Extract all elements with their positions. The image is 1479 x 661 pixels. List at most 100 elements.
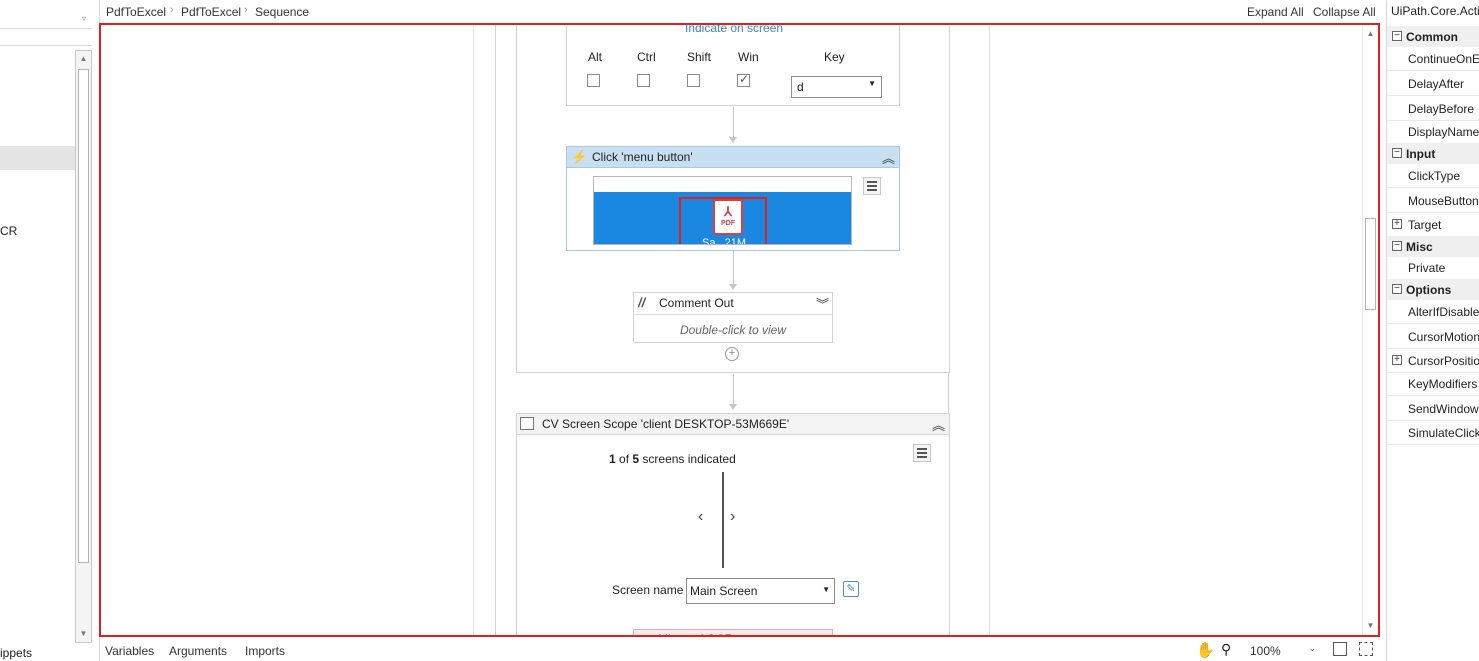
activities-search-input[interactable]: [0, 28, 92, 46]
click-activity[interactable]: ⚡ Click 'menu button' ︽ ⅄ PDF Sa 21M: [566, 146, 900, 251]
click-activity-header[interactable]: ⚡ Click 'menu button' ︽: [567, 147, 899, 168]
expand-icon[interactable]: ︾: [816, 294, 829, 313]
collapse-icon[interactable]: ︽: [882, 148, 895, 167]
comment-out-header[interactable]: // Comment Out ︾: [634, 293, 832, 315]
imports-tab[interactable]: Imports: [245, 644, 285, 658]
property-category-input[interactable]: − Input: [1387, 143, 1479, 164]
variables-tab[interactable]: Variables: [105, 644, 154, 658]
screen-preview-divider: [722, 472, 724, 568]
activities-tree-selected-item[interactable]: [0, 146, 75, 170]
screens-indicated-label: 1 of 5 screens indicated: [609, 452, 736, 466]
property-category-options[interactable]: − Options: [1387, 279, 1479, 300]
activities-panel: ▿ CR ▲ ▼ ippets: [0, 0, 100, 661]
canvas-scrollbar[interactable]: ▲ ▼: [1362, 25, 1378, 635]
alt-checkbox[interactable]: [587, 74, 600, 87]
property-category-misc[interactable]: − Misc: [1387, 236, 1479, 257]
scroll-thumb[interactable]: [1365, 218, 1376, 310]
collapse-icon[interactable]: ︽: [932, 415, 945, 434]
fit-to-screen-icon[interactable]: [1333, 642, 1347, 656]
screen-name-dropdown[interactable]: Main Screen ▼: [686, 578, 835, 604]
activities-scrollbar[interactable]: ▲ ▼: [75, 50, 92, 643]
add-activity-icon[interactable]: +: [725, 347, 739, 361]
scroll-thumb[interactable]: [78, 69, 89, 563]
microsoft-ocr-activity[interactable]: MicrosoftOCR: [633, 629, 833, 635]
zoom-search-icon[interactable]: ⚲: [1221, 641, 1231, 658]
property-row[interactable]: KeyModifiers: [1387, 373, 1479, 396]
screen-name-value: Main Screen: [690, 584, 758, 598]
canvas-guide-line: [473, 25, 474, 635]
property-row[interactable]: + Target: [1387, 214, 1479, 237]
win-checkbox[interactable]: [737, 72, 750, 87]
property-row[interactable]: + CursorPosition: [1387, 350, 1479, 373]
zoom-value: 100%: [1250, 644, 1281, 658]
comment-out-body[interactable]: Double-click to view: [634, 323, 832, 337]
breadcrumb: PdfToExcel › PdfToExcel › Sequence: [100, 0, 1384, 23]
comment-icon: //: [638, 295, 646, 310]
property-row[interactable]: AlterIfDisabled: [1387, 301, 1479, 324]
next-screen-icon[interactable]: ›: [730, 508, 735, 526]
workflow-designer-canvas[interactable]: Indicate on screen Alt Ctrl Shift Win Ke…: [99, 23, 1380, 637]
key-dropdown[interactable]: d ▼: [791, 76, 882, 98]
collapse-category-icon[interactable]: −: [1392, 31, 1402, 41]
expand-property-icon[interactable]: +: [1392, 355, 1402, 365]
property-row[interactable]: CursorMotionType: [1387, 326, 1479, 349]
breadcrumb-item[interactable]: PdfToExcel: [181, 5, 241, 19]
activities-tree-item[interactable]: CR: [0, 224, 17, 238]
property-row[interactable]: MouseButton: [1387, 190, 1479, 213]
shift-checkbox[interactable]: [687, 74, 700, 87]
cv-screen-scope-header[interactable]: CV Screen Scope 'client DESKTOP-53M669E'…: [517, 414, 949, 435]
property-row[interactable]: ClickType: [1387, 165, 1479, 188]
properties-panel: UiPath.Core.Activities.Click − Common Co…: [1386, 0, 1479, 661]
previous-screen-icon[interactable]: ‹: [698, 508, 703, 526]
dropdown-arrow-icon: ▼: [868, 79, 876, 88]
connector-arrow-icon: [729, 284, 737, 290]
expand-all-button[interactable]: Expand All: [1247, 5, 1304, 19]
expand-property-icon[interactable]: +: [1392, 219, 1402, 229]
pan-hand-icon[interactable]: ✋: [1196, 641, 1215, 659]
dropdown-arrow-icon: ▼: [822, 585, 830, 594]
modifier-label-shift: Shift: [687, 50, 712, 64]
scroll-down-icon[interactable]: ▼: [76, 627, 91, 641]
ctrl-checkbox[interactable]: [637, 74, 650, 87]
property-row[interactable]: Private: [1387, 257, 1479, 280]
arguments-tab[interactable]: Arguments: [169, 644, 227, 658]
breadcrumb-item[interactable]: PdfToExcel: [106, 5, 166, 19]
chevron-right-icon: ›: [244, 4, 248, 16]
property-row[interactable]: ContinueOnError: [1387, 48, 1479, 71]
cv-scope-icon: [520, 417, 534, 430]
dropdown-arrow-icon: ⌄: [1308, 643, 1316, 653]
collapse-category-icon[interactable]: −: [1392, 241, 1402, 251]
property-row[interactable]: DelayBefore: [1387, 98, 1479, 121]
overview-icon[interactable]: [1359, 642, 1373, 656]
canvas-guide-line: [989, 25, 990, 635]
key-value: d: [797, 80, 804, 94]
activity-menu-button[interactable]: [863, 177, 881, 195]
app-window: ▿ CR ▲ ▼ ippets PdfToExcel › PdfToExcel …: [0, 0, 1479, 661]
connector-arrow-icon: [729, 137, 737, 143]
edit-screen-icon[interactable]: ✎: [843, 581, 859, 597]
property-row[interactable]: DelayAfter: [1387, 73, 1479, 96]
scroll-up-icon[interactable]: ▲: [1363, 27, 1378, 41]
indicate-on-screen-link[interactable]: Indicate on screen: [685, 25, 783, 35]
comment-out-activity[interactable]: // Comment Out ︾ Double-click to view: [633, 292, 833, 343]
comment-out-title: Comment Out: [659, 296, 734, 310]
property-row[interactable]: SimulateClick: [1387, 422, 1479, 445]
panel-pin-icon[interactable]: ▿: [82, 14, 86, 23]
screen-name-label: Screen name: [612, 583, 684, 597]
chevron-right-icon: ›: [170, 4, 174, 16]
connector-line: [733, 251, 734, 284]
property-row[interactable]: DisplayName: [1387, 121, 1479, 144]
snippets-tab[interactable]: ippets: [0, 646, 32, 660]
property-row[interactable]: SendWindowMessages: [1387, 398, 1479, 421]
cv-screen-scope-title: CV Screen Scope 'client DESKTOP-53M669E': [542, 417, 790, 431]
breadcrumb-item[interactable]: Sequence: [255, 5, 309, 19]
collapse-category-icon[interactable]: −: [1392, 284, 1402, 294]
key-label: Key: [824, 50, 845, 64]
scroll-up-icon[interactable]: ▲: [76, 52, 91, 66]
property-category-common[interactable]: − Common: [1387, 26, 1479, 47]
zoom-dropdown[interactable]: 100% ⌄: [1246, 640, 1320, 660]
scroll-down-icon[interactable]: ▼: [1363, 619, 1378, 633]
collapse-category-icon[interactable]: −: [1392, 148, 1402, 158]
activity-menu-button[interactable]: [913, 444, 931, 462]
collapse-all-button[interactable]: Collapse All: [1313, 5, 1376, 19]
